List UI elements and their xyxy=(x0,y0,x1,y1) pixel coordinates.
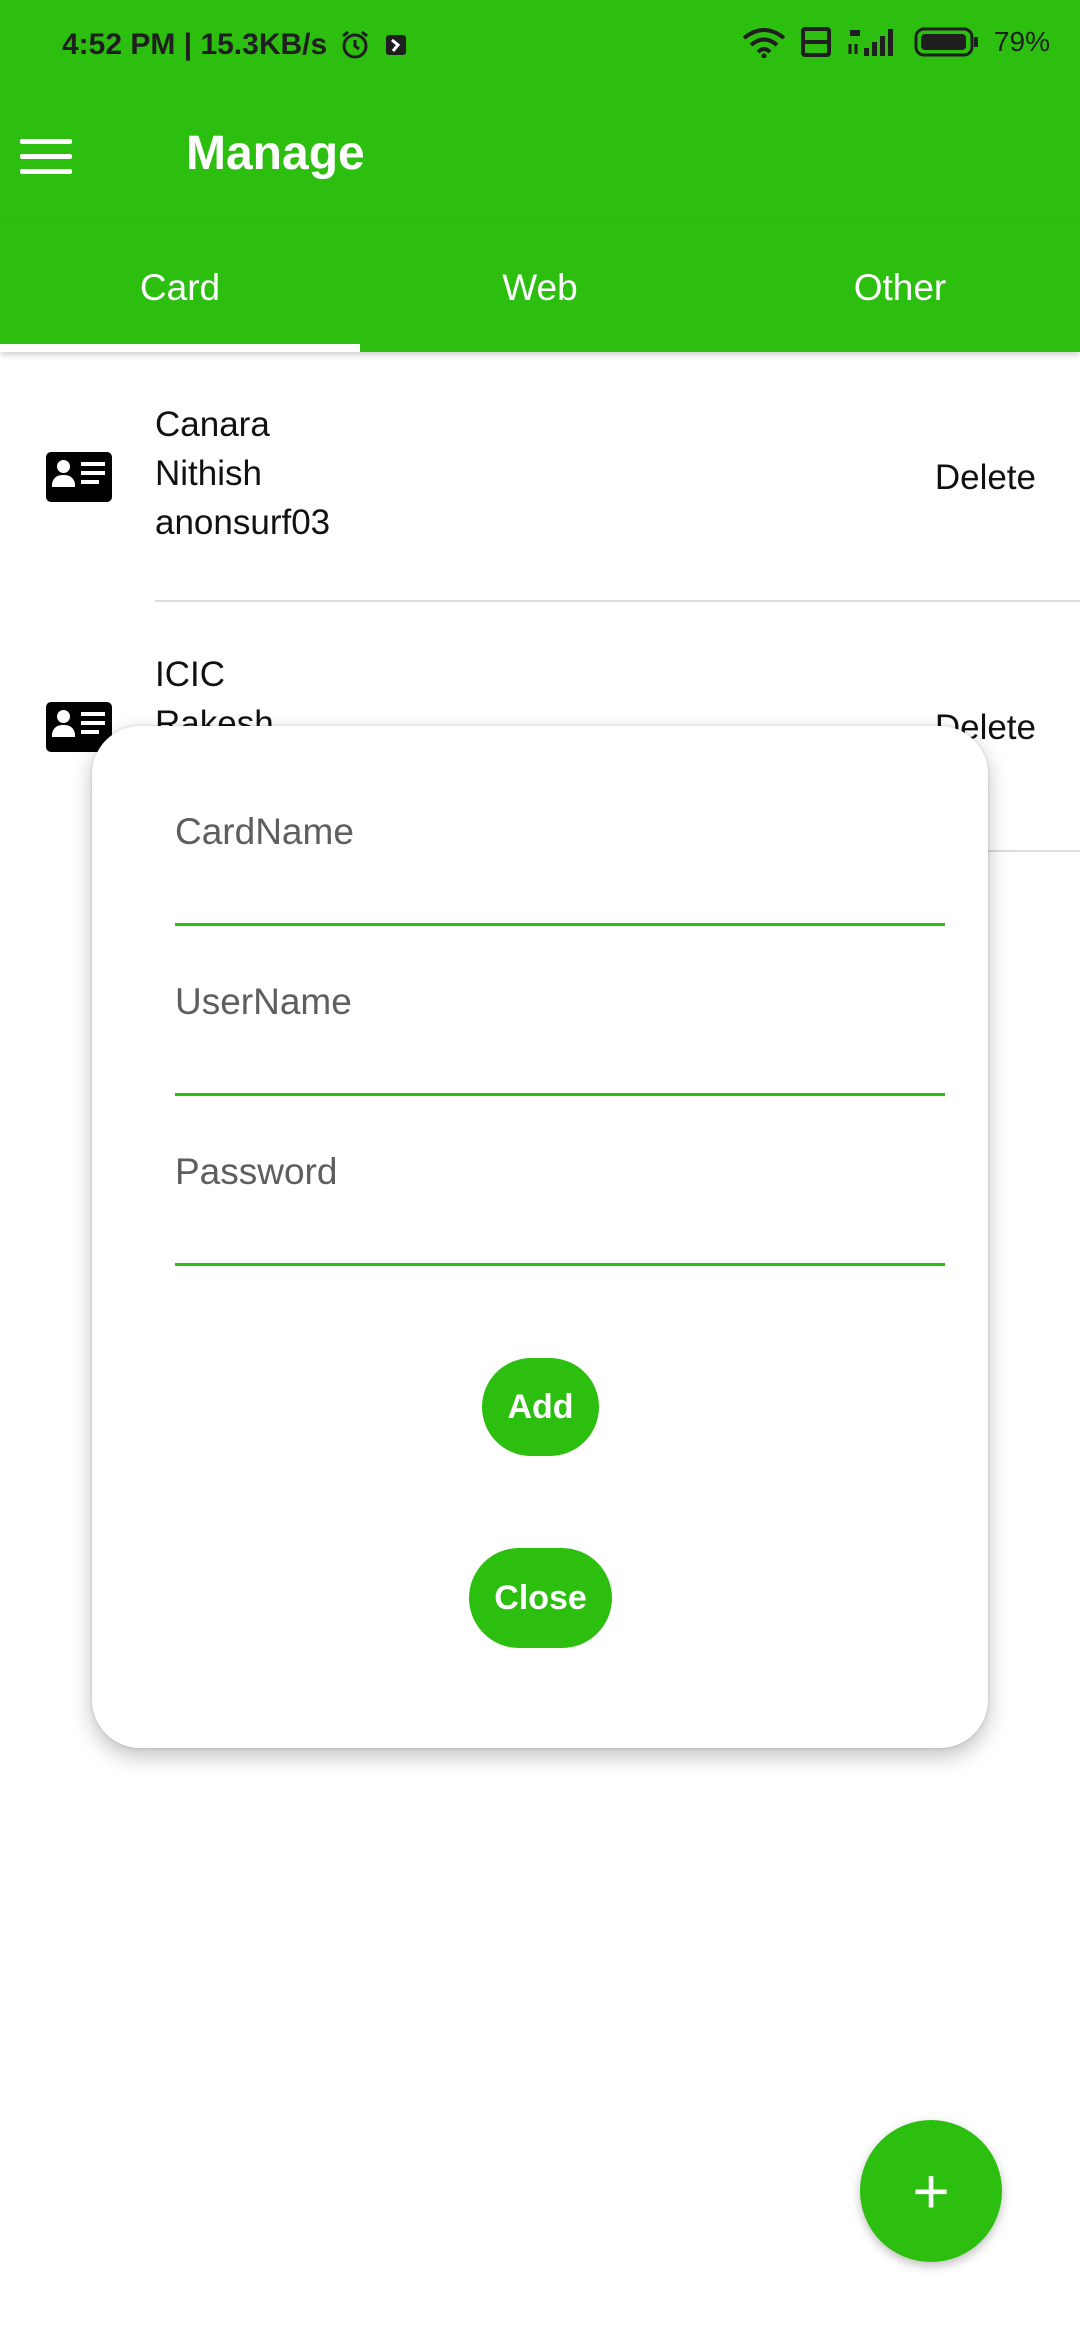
status-bar: 4:52 PM | 15.3KB/s 79% xyxy=(0,0,1080,96)
card-name-label: CardName xyxy=(175,811,354,852)
page-title: Manage xyxy=(186,127,365,180)
card-name-field: CardName xyxy=(175,806,945,926)
password-field: Password xyxy=(175,1146,945,1266)
alarm-icon xyxy=(342,30,369,59)
list-item-text: Canara Nithish anonsurf03 xyxy=(155,400,330,547)
hamburger-menu-icon[interactable] xyxy=(18,126,74,186)
list-item[interactable]: Canara Nithish anonsurf03 Delete xyxy=(0,352,1080,602)
user-name: Nithish xyxy=(155,454,262,493)
notification-icon xyxy=(386,35,407,55)
delete-button[interactable]: Delete xyxy=(935,458,1036,498)
status-time-speed: 4:52 PM | 15.3KB/s xyxy=(62,28,328,61)
app-bar: Manage xyxy=(0,96,1080,224)
user-name-input[interactable] xyxy=(175,1032,945,1096)
signal-4g-icon xyxy=(848,29,893,56)
add-card-dialog: CardName UserName Password Add Close xyxy=(92,726,988,1748)
battery-icon xyxy=(914,27,978,57)
card-name-input[interactable] xyxy=(175,862,945,926)
password: anonsurf03 xyxy=(155,503,331,542)
user-name-label: UserName xyxy=(175,981,352,1022)
close-button[interactable]: Close xyxy=(469,1548,612,1648)
add-fab-button[interactable]: + xyxy=(860,2120,1002,2262)
tab-card[interactable]: Card xyxy=(0,224,360,352)
tab-web[interactable]: Web xyxy=(360,224,720,352)
card-name: Canara xyxy=(155,405,270,444)
status-bar-right: 79% xyxy=(742,26,1050,58)
volte-icon xyxy=(800,27,831,57)
battery-percent: 79% xyxy=(993,26,1050,57)
plus-icon: + xyxy=(912,2155,950,2227)
status-bar-left: 4:52 PM | 15.3KB/s xyxy=(62,28,409,62)
wifi-icon xyxy=(742,28,786,58)
password-input[interactable] xyxy=(175,1202,945,1266)
add-button[interactable]: Add xyxy=(482,1358,599,1456)
card-name: ICIC xyxy=(155,655,225,694)
user-name-field: UserName xyxy=(175,976,945,1096)
password-label: Password xyxy=(175,1151,338,1192)
tab-other[interactable]: Other xyxy=(720,224,1080,352)
id-card-icon xyxy=(46,452,112,502)
tab-bar: Card Web Other xyxy=(0,224,1080,352)
